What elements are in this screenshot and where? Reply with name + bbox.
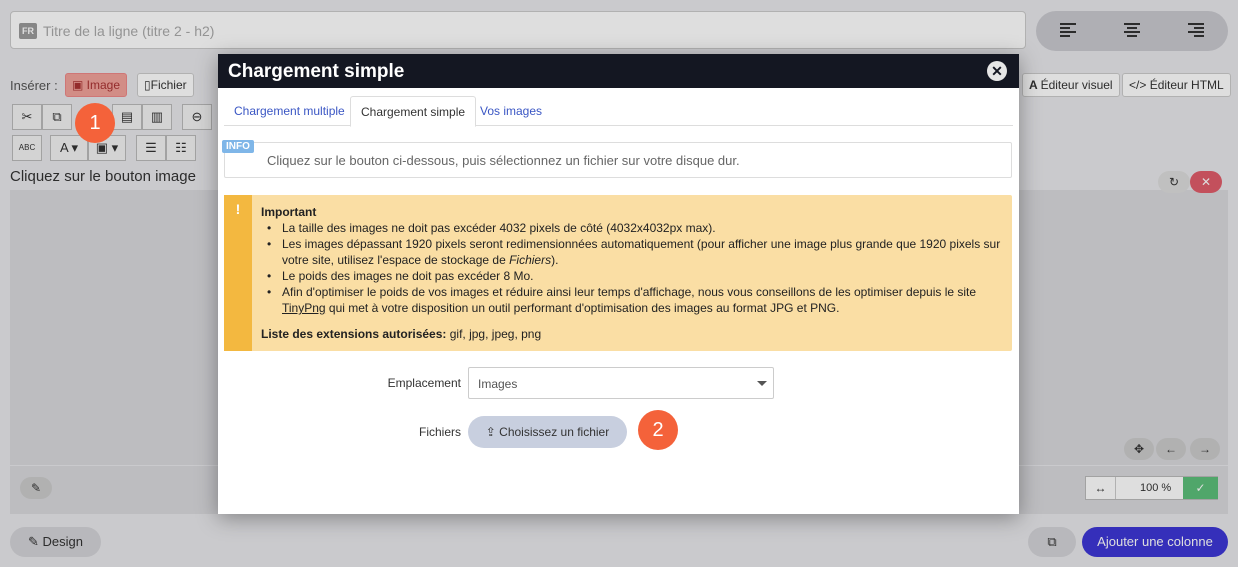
tab-your-images[interactable]: Vos images (470, 96, 552, 127)
modal-title: Chargement simple (228, 61, 405, 82)
chevron-down-icon (757, 381, 767, 386)
location-select[interactable]: Images (468, 367, 774, 399)
modal-tabs: Chargement multiple Chargement simple Vo… (224, 96, 1013, 127)
warning-item: Les images dépassant 1920 pixels seront … (261, 236, 1001, 268)
tab-simple-upload[interactable]: Chargement simple (350, 96, 477, 127)
warning-item: Le poids des images ne doit pas excéder … (261, 268, 1001, 284)
warning-item: Afin d'optimiser le poids de vos images … (261, 284, 1001, 316)
close-icon[interactable]: ✕ (987, 61, 1007, 81)
extensions-line: Liste des extensions autorisées: gif, jp… (261, 327, 541, 341)
extensions-label: Liste des extensions autorisées: (261, 327, 447, 341)
info-text: Cliquez sur le bouton ci-dessous, puis s… (267, 153, 740, 168)
location-label: Emplacement (387, 376, 461, 390)
step-marker-1: 1 (75, 103, 115, 143)
warning-item: La taille des images ne doit pas excéder… (261, 220, 1001, 236)
files-label: Fichiers (418, 425, 461, 439)
location-value: Images (478, 377, 518, 391)
extensions-value: gif, jpg, jpeg, png (449, 327, 542, 341)
info-badge: INFO (222, 140, 254, 153)
warning-list: La taille des images ne doit pas excéder… (261, 220, 1001, 316)
modal-header: Chargement simple ✕ (218, 54, 1019, 88)
warning-icon: ! (224, 195, 252, 351)
upload-modal: Chargement simple ✕ Chargement multiple … (218, 54, 1019, 514)
info-box: INFO Cliquez sur le bouton ci-dessous, p… (222, 140, 1012, 178)
step-marker-2: 2 (638, 410, 678, 450)
warning-title: Important (261, 205, 317, 219)
tab-multiple-upload[interactable]: Chargement multiple (224, 96, 355, 127)
choose-file-button[interactable]: ⇪ Choisissez un fichier (468, 416, 627, 448)
warning-box: ! Important La taille des images ne doit… (224, 195, 1012, 351)
